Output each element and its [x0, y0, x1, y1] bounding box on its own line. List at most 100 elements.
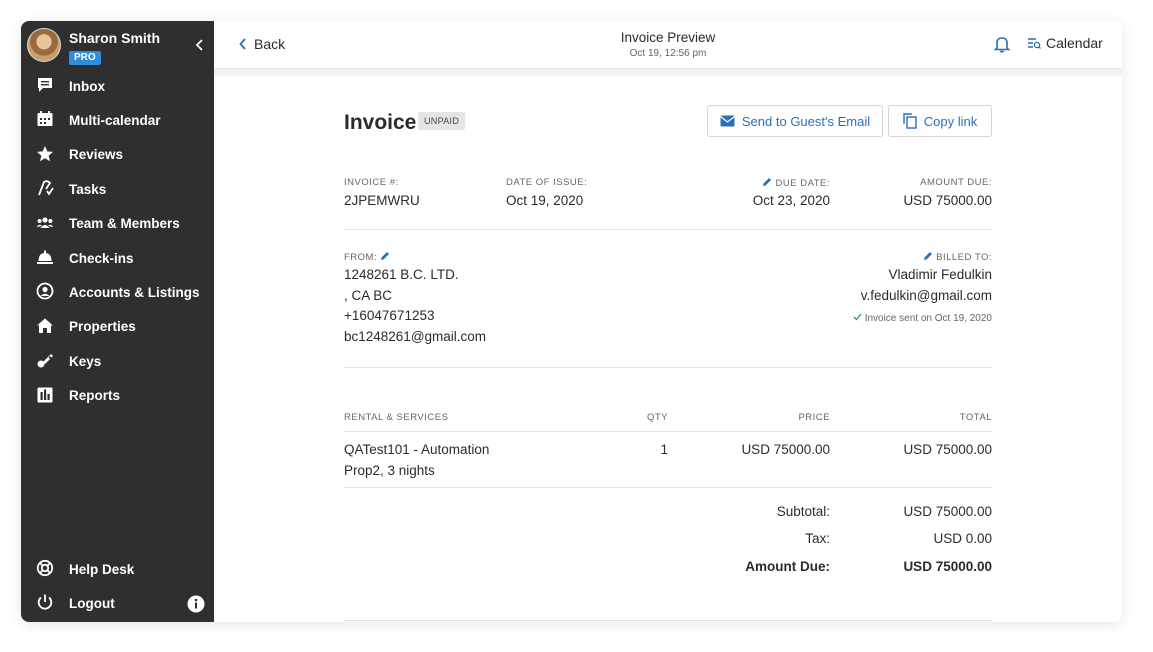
- copy-icon: [903, 113, 917, 129]
- page-subtitle: Oct 19, 12:56 pm: [629, 48, 707, 59]
- sent-note: Invoice sent on Oct 19, 2020: [792, 313, 992, 324]
- app-window: Sharon Smith PRO Inbox Multi-calendar Re…: [21, 21, 1122, 622]
- sidebar-item-reports[interactable]: Reports: [21, 379, 214, 413]
- check-icon: [853, 313, 862, 321]
- sidebar-item-label: Reviews: [69, 147, 124, 163]
- lifebuoy-icon: [36, 559, 54, 577]
- tax-label: Tax:: [805, 531, 830, 546]
- sidebar-item-logout[interactable]: Logout: [21, 586, 214, 620]
- pencil-icon: [923, 252, 932, 260]
- divider: [344, 229, 992, 230]
- subtotal-value: USD 75000.00: [903, 504, 992, 519]
- sidebar-item-label: Multi-calendar: [69, 113, 161, 129]
- sidebar-item-team[interactable]: Team & Members: [21, 207, 214, 241]
- sidebar-item-label: Tasks: [69, 181, 107, 197]
- sidebar-item-keys[interactable]: Keys: [21, 344, 214, 378]
- sidebar-item-label: Inbox: [69, 78, 105, 94]
- sent-note-text: Invoice sent on Oct 19, 2020: [864, 313, 992, 324]
- sidebar-item-check-ins[interactable]: Check-ins: [21, 241, 214, 275]
- divider: [344, 367, 992, 368]
- chat-icon: [38, 78, 52, 92]
- amount-due-total-value: USD 75000.00: [903, 559, 992, 574]
- copy-link-label: Copy link: [923, 113, 978, 129]
- account-icon: [36, 282, 54, 300]
- pencil-icon: [763, 178, 772, 186]
- home-icon: [37, 318, 53, 333]
- table-header-item: RENTAL & SERVICES: [344, 412, 449, 423]
- billed-to-label: BILLED TO:: [936, 252, 992, 263]
- info-icon[interactable]: [187, 595, 205, 613]
- tax-value: USD 0.00: [933, 531, 992, 546]
- top-bar: Back Invoice Preview Oct 19, 12:56 pm Ca…: [214, 21, 1122, 69]
- sidebar-item-label: Logout: [69, 596, 115, 612]
- sidebar-item-accounts[interactable]: Accounts & Listings: [21, 275, 214, 309]
- reports-icon: [37, 387, 53, 403]
- table-header-qty: QTY: [646, 412, 668, 423]
- status-badge: UNPAID: [418, 112, 466, 130]
- amount-due-total-label: Amount Due:: [745, 559, 830, 574]
- star-icon: [37, 145, 53, 162]
- copy-link-button[interactable]: Copy link: [888, 105, 992, 137]
- invoice-sheet: Invoice UNPAID Send to Guest's Email Cop…: [214, 76, 1122, 622]
- tasks-icon: [38, 180, 54, 196]
- sidebar-item-properties[interactable]: Properties: [21, 310, 214, 344]
- from-line: bc1248261@gmail.com: [344, 329, 487, 344]
- due-date-label-wrap[interactable]: DUE DATE:: [714, 177, 830, 189]
- calendar-label: Calendar: [1046, 35, 1103, 51]
- sidebar-item-label: Team & Members: [69, 216, 180, 232]
- sidebar-item-help-desk[interactable]: Help Desk: [21, 552, 214, 586]
- sidebar-item-label: Properties: [69, 319, 136, 335]
- sidebar-bottom: Help Desk Logout: [21, 552, 214, 621]
- divider: [344, 620, 992, 621]
- subtotal-label: Subtotal:: [776, 504, 830, 519]
- invoice-number-label: INVOICE #:: [344, 177, 399, 188]
- from-line: +16047671253: [344, 308, 435, 323]
- sidebar-item-label: Help Desk: [69, 561, 135, 577]
- from-label: FROM:: [344, 252, 378, 263]
- bell-concierge-icon: [37, 250, 53, 264]
- envelope-icon: [720, 115, 735, 127]
- billed-to-label-wrap[interactable]: BILLED TO:: [832, 251, 992, 263]
- invoice-number: 2JPEMWRU: [344, 193, 420, 208]
- power-icon: [37, 594, 53, 610]
- row-item-line2: Prop2, 3 nights: [344, 463, 435, 478]
- sidebar-item-multi-calendar[interactable]: Multi-calendar: [21, 103, 214, 137]
- divider: [344, 431, 992, 432]
- calendar-icon: [37, 111, 53, 127]
- from-line: 1248261 B.C. LTD.: [344, 267, 459, 282]
- send-email-label: Send to Guest's Email: [741, 113, 871, 129]
- sidebar-item-tasks[interactable]: Tasks: [21, 172, 214, 206]
- sidebar-item-label: Reports: [69, 388, 121, 404]
- issue-date: Oct 19, 2020: [506, 193, 584, 208]
- amount-due-label: AMOUNT DUE:: [920, 177, 992, 188]
- sidebar-item-label: Keys: [69, 353, 102, 369]
- sidebar: Sharon Smith PRO Inbox Multi-calendar Re…: [21, 21, 214, 622]
- sidebar-nav: Inbox Multi-calendar Reviews Tasks Team …: [21, 69, 214, 413]
- team-icon: [36, 216, 54, 228]
- from-label-wrap[interactable]: FROM:: [344, 251, 390, 263]
- page-title: Invoice Preview: [620, 30, 716, 45]
- sidebar-item-label: Check-ins: [69, 250, 134, 266]
- row-qty: 1: [660, 442, 668, 457]
- send-email-button[interactable]: Send to Guest's Email: [707, 105, 883, 137]
- calendar-button[interactable]: Calendar: [1027, 35, 1103, 51]
- bell-icon[interactable]: [993, 35, 1011, 53]
- invoice-title: Invoice: [344, 111, 417, 134]
- billed-email: v.fedulkin@gmail.com: [860, 288, 992, 303]
- pro-badge: PRO: [69, 51, 101, 65]
- avatar: [27, 28, 61, 62]
- user-profile[interactable]: Sharon Smith PRO: [27, 27, 208, 69]
- row-item-line1: QATest101 - Automation: [344, 442, 490, 457]
- issue-date-label: DATE OF ISSUE:: [506, 177, 588, 188]
- sidebar-item-inbox[interactable]: Inbox: [21, 69, 214, 103]
- amount-due: USD 75000.00: [903, 193, 992, 208]
- pencil-icon: [381, 252, 390, 260]
- main-area: Back Invoice Preview Oct 19, 12:56 pm Ca…: [214, 21, 1122, 622]
- table-header-total: TOTAL: [959, 412, 992, 423]
- sidebar-item-reviews[interactable]: Reviews: [21, 138, 214, 172]
- billed-name: Vladimir Fedulkin: [888, 267, 992, 282]
- calendar-list-icon: [1028, 38, 1041, 49]
- due-date-label: DUE DATE:: [775, 178, 830, 189]
- chevron-left-icon[interactable]: [190, 35, 210, 55]
- user-name: Sharon Smith: [69, 30, 161, 46]
